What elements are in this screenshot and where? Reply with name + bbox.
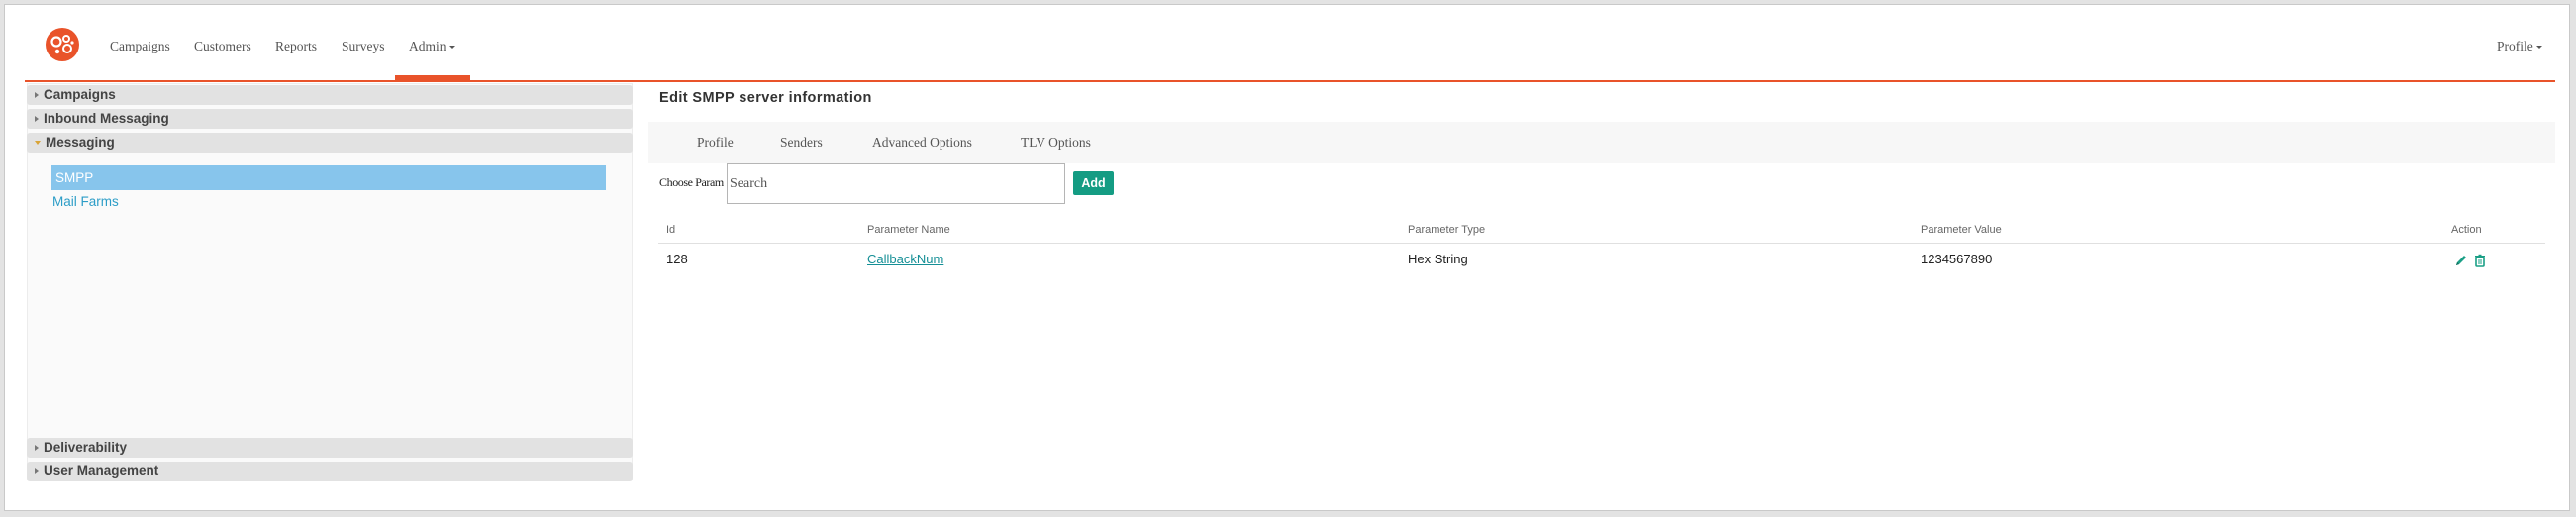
nav-profile-label: Profile <box>2497 39 2533 53</box>
nav-campaigns[interactable]: Campaigns <box>110 39 170 54</box>
sidebar-section-label: Messaging <box>46 135 115 150</box>
nav-customers[interactable]: Customers <box>194 39 251 54</box>
logo-icon[interactable] <box>46 28 79 61</box>
triangle-right-icon <box>35 468 39 475</box>
sidebar-section-deliverability[interactable]: Deliverability <box>27 438 633 458</box>
sidebar-section-user-management[interactable]: User Management <box>27 462 633 481</box>
sidebar-section-label: Inbound Messaging <box>44 111 169 126</box>
nav-surveys[interactable]: Surveys <box>342 39 385 54</box>
sidebar-section-label: Campaigns <box>44 87 116 102</box>
pencil-icon[interactable] <box>2454 254 2468 267</box>
table-divider <box>658 243 2545 244</box>
nav-admin-label: Admin <box>409 39 446 53</box>
sidebar-section-label: Deliverability <box>44 440 128 455</box>
param-search-input[interactable] <box>727 163 1065 204</box>
page-title: Edit SMPP server information <box>659 90 872 106</box>
cell-id: 128 <box>666 252 688 266</box>
column-header-action: Action <box>2451 224 2482 236</box>
choose-param-label: Choose Param <box>659 175 724 189</box>
trash-icon[interactable] <box>2473 254 2487 267</box>
column-header-id: Id <box>666 224 676 236</box>
sidebar-item-smpp[interactable]: SMPP <box>51 165 606 190</box>
tab-advanced-options[interactable]: Advanced Options <box>872 135 972 151</box>
sidebar-item-mail-farms[interactable]: Mail Farms <box>52 191 119 213</box>
sidebar-section-campaigns[interactable]: Campaigns <box>27 85 633 105</box>
column-header-parameter-type: Parameter Type <box>1408 224 1486 236</box>
nav-admin[interactable]: Admin <box>409 39 455 54</box>
column-header-parameter-name: Parameter Name <box>867 224 950 236</box>
column-header-parameter-value: Parameter Value <box>1921 224 2002 236</box>
cell-parameter-type: Hex String <box>1408 252 1468 266</box>
triangle-right-icon <box>35 445 39 452</box>
tab-senders[interactable]: Senders <box>780 135 823 151</box>
cell-parameter-name-link[interactable]: CallbackNum <box>867 252 943 266</box>
tab-profile[interactable]: Profile <box>697 135 734 151</box>
sidebar-section-messaging[interactable]: Messaging <box>27 133 633 153</box>
app-window: Campaigns Customers Reports Surveys Admi… <box>4 4 2570 511</box>
sidebar-section-label: User Management <box>44 464 159 478</box>
top-navbar: Campaigns Customers Reports Surveys Admi… <box>5 5 2569 84</box>
nav-profile[interactable]: Profile <box>2497 39 2542 54</box>
triangle-right-icon <box>35 116 39 123</box>
nav-divider <box>25 80 2555 82</box>
caret-down-icon <box>2535 46 2542 50</box>
nav-reports[interactable]: Reports <box>275 39 317 54</box>
tab-tlv-options[interactable]: TLV Options <box>1021 135 1091 151</box>
add-button[interactable]: Add <box>1073 171 1114 195</box>
triangle-down-icon <box>35 141 41 146</box>
caret-down-icon <box>448 46 455 50</box>
sidebar-section-inbound-messaging[interactable]: Inbound Messaging <box>27 109 633 129</box>
cell-parameter-value: 1234567890 <box>1921 252 1993 266</box>
triangle-right-icon <box>35 92 39 99</box>
